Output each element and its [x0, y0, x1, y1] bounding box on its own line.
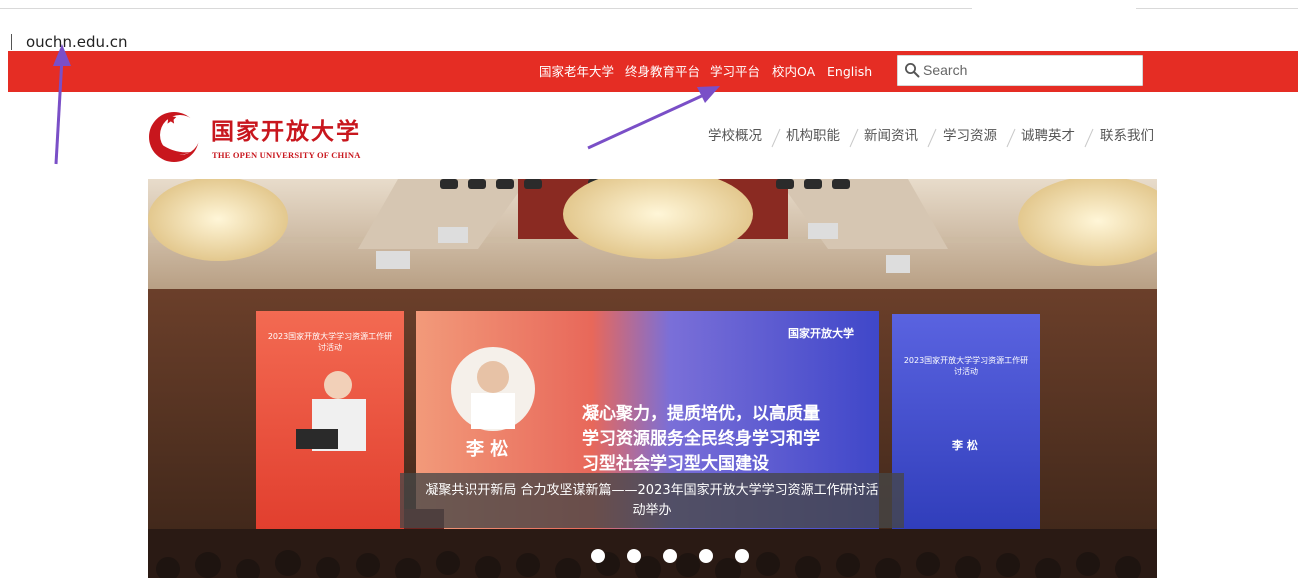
carousel-dot-2[interactable]: [627, 549, 641, 563]
nav-separator: [1084, 128, 1094, 148]
screen-right-name: 李 松: [952, 439, 978, 452]
screen-left-title: 2023国家开放大学学习资源工作研讨活动: [267, 332, 393, 352]
nav-about[interactable]: 学校概况: [708, 126, 762, 146]
search-box[interactable]: [897, 55, 1143, 86]
util-link-learning-platform[interactable]: 学习平台: [710, 64, 760, 80]
nav-separator: [771, 128, 781, 148]
banner-caption[interactable]: 凝聚共识开新局 合力攻坚谋新篇——2023年国家开放大学学习资源工作研讨活 动举…: [400, 473, 904, 528]
nav-separator: [927, 128, 937, 148]
address-url[interactable]: ouchn.edu.cn: [26, 32, 128, 52]
screen-logo: 国家开放大学: [788, 327, 854, 340]
screen-right-title: 2023国家开放大学学习资源工作研讨活动: [903, 356, 1029, 376]
nav-separator: [849, 128, 859, 148]
search-icon[interactable]: [904, 62, 920, 78]
carousel-dot-3[interactable]: [663, 549, 677, 563]
search-input[interactable]: [923, 59, 1133, 81]
banner-carousel[interactable]: 国家开放大学 凝心聚力，提质培优，以高质量 学习资源服务全民终身学习和学 习型社…: [148, 179, 1157, 578]
nav-resources[interactable]: 学习资源: [943, 126, 997, 146]
nav-contact[interactable]: 联系我们: [1100, 126, 1154, 146]
university-logo[interactable]: 国家开放大学 THE OPEN UNIVERSITY OF CHINA: [147, 108, 377, 164]
annotation-arrow-icon: [587, 86, 720, 150]
carousel-dot-4[interactable]: [699, 549, 713, 563]
banner-caption-line1: 凝聚共识开新局 合力攻坚谋新篇——2023年国家开放大学学习资源工作研讨活: [425, 483, 879, 498]
util-link-oa[interactable]: 校内OA: [772, 64, 815, 80]
carousel-dots: [148, 549, 1157, 565]
nav-separator: [1006, 128, 1016, 148]
util-link-lifelong-education[interactable]: 终身教育平台: [625, 64, 700, 80]
logo-name-en: THE OPEN UNIVERSITY OF CHINA: [212, 150, 361, 160]
util-link-english[interactable]: English: [827, 64, 872, 80]
screen-headline-2: 学习资源服务全民终身学习和学: [582, 429, 820, 449]
banner-caption-line2: 动举办: [632, 503, 672, 518]
carousel-dot-5[interactable]: [735, 549, 749, 563]
screen-speaker-name: 李 松: [466, 439, 509, 460]
address-caret: [11, 34, 12, 50]
browser-address-bar[interactable]: ouchn.edu.cn: [0, 12, 1298, 52]
carousel-dot-1[interactable]: [591, 549, 605, 563]
utility-bar: 国家老年大学 终身教育平台 学习平台 校内OA English: [8, 51, 1298, 92]
nav-institutions[interactable]: 机构职能: [786, 126, 840, 146]
screen-headline-1: 凝心聚力，提质培优，以高质量: [582, 404, 820, 424]
nav-careers[interactable]: 诚聘英才: [1021, 126, 1075, 146]
logo-name-cn: 国家开放大学: [211, 119, 361, 145]
nav-news[interactable]: 新闻资讯: [864, 126, 918, 146]
util-link-senior-university[interactable]: 国家老年大学: [539, 64, 614, 80]
university-logo-icon: [149, 112, 200, 162]
screen-headline-3: 习型社会学习型大国建设: [582, 454, 769, 474]
